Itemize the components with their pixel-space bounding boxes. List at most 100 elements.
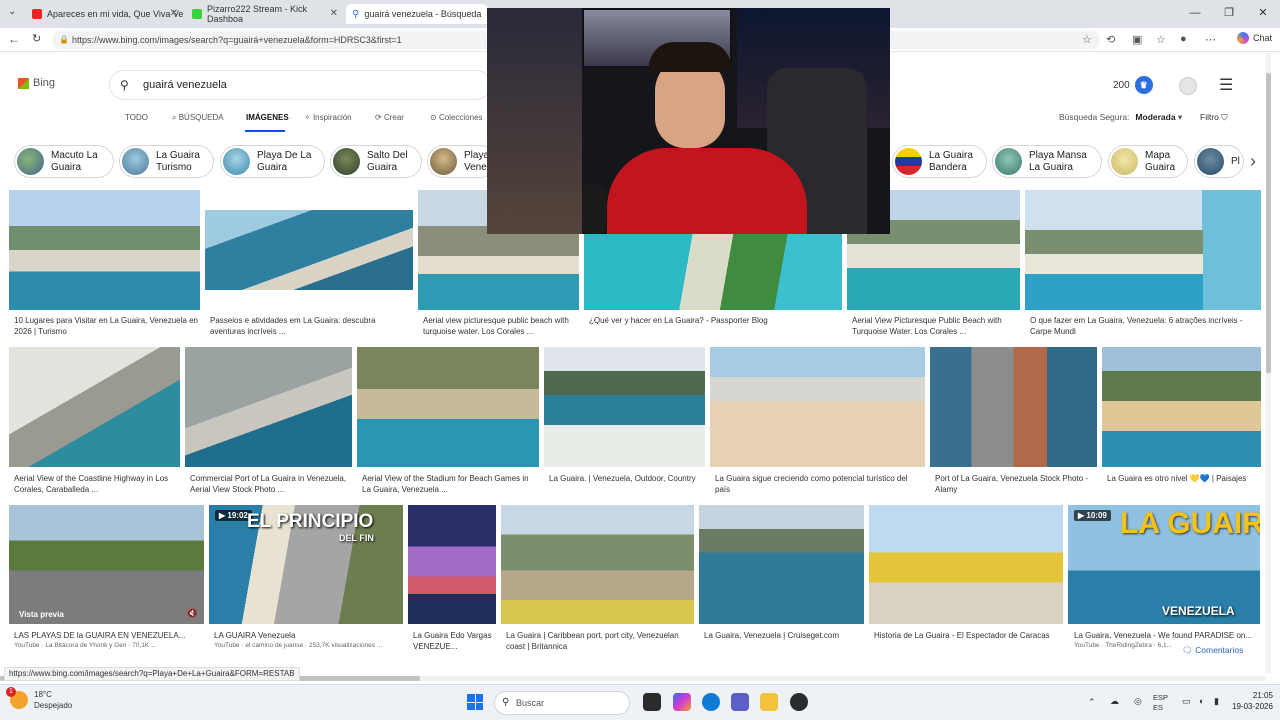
refresh-icon[interactable]: ↻ bbox=[32, 32, 41, 45]
search-input[interactable]: ⚲ guairá venezuela bbox=[110, 71, 490, 99]
tab-label: Crear bbox=[383, 113, 404, 122]
result-caption[interactable]: ¿Qué ver y hacer en La Guaira? - Passpor… bbox=[589, 315, 839, 326]
rewards-button[interactable]: 200 ♛ bbox=[1113, 76, 1153, 94]
cloud-icon[interactable]: ☁ bbox=[1110, 696, 1119, 707]
chip-salto-del-guaira[interactable]: Salto Del Guaira bbox=[330, 145, 422, 178]
close-tab-icon[interactable]: ✕ bbox=[330, 8, 338, 19]
teams-app-icon[interactable] bbox=[731, 693, 749, 711]
result-image[interactable] bbox=[185, 347, 352, 467]
tab-imagenes[interactable]: IMÁGENES bbox=[246, 113, 289, 122]
result-caption[interactable]: Aerial View of the Coastline Highway in … bbox=[14, 473, 179, 495]
tab-crear[interactable]: ⟳ Crear bbox=[375, 113, 404, 122]
result-caption[interactable]: Aerial view picturesque public beach wit… bbox=[423, 315, 578, 337]
clock[interactable]: 21:05 19-03-2026 bbox=[1232, 690, 1273, 712]
chip-playa-de-la-guaira[interactable]: Playa De La Guaira bbox=[220, 145, 325, 178]
chip-macuto[interactable]: Macuto La Guaira bbox=[14, 145, 114, 178]
volume-icon[interactable]: ◖ bbox=[1198, 696, 1203, 706]
maximize-icon[interactable]: ❐ bbox=[1212, 0, 1246, 28]
weather-widget[interactable]: 1 18°C Despejado bbox=[6, 687, 72, 711]
close-tab-icon[interactable]: ✕ bbox=[170, 8, 178, 19]
result-caption[interactable]: Aerial View Picturesque Public Beach wit… bbox=[852, 315, 1017, 337]
video-result[interactable]: ▶ 10:09 LA GUAIR VENEZUELA bbox=[1068, 505, 1260, 624]
result-caption[interactable]: Passeios e atividades em La Guaira: desc… bbox=[210, 315, 410, 337]
profile-icon[interactable]: ● bbox=[1180, 33, 1187, 45]
result-image[interactable] bbox=[710, 347, 925, 467]
result-image[interactable] bbox=[501, 505, 694, 624]
task-view-icon[interactable] bbox=[643, 693, 661, 711]
taskbar-search-input[interactable]: ⚲ Buscar bbox=[494, 691, 630, 715]
video-result[interactable]: ▶ 19:02 EL PRINCIPIO DEL FIN bbox=[209, 505, 403, 624]
minimize-icon[interactable]: — bbox=[1178, 0, 1212, 28]
close-window-icon[interactable]: ✕ bbox=[1246, 0, 1280, 28]
result-image[interactable] bbox=[584, 234, 842, 310]
result-image[interactable] bbox=[1102, 347, 1261, 467]
chip-partial[interactable]: Pl bbox=[1194, 145, 1244, 178]
result-caption[interactable]: La Guaira, Venezuela | Cruiseget.com bbox=[704, 630, 864, 641]
extensions-icon[interactable]: ⟲ bbox=[1106, 33, 1115, 46]
result-caption[interactable]: Aerial View of the Stadium for Beach Gam… bbox=[362, 473, 537, 495]
chevron-up-icon[interactable]: ⌃ bbox=[1088, 697, 1096, 708]
result-caption[interactable]: O que fazer em La Guaira, Venezuela: 6 a… bbox=[1030, 315, 1258, 337]
more-icon[interactable]: ⋯ bbox=[1205, 33, 1216, 46]
safe-search-dropdown[interactable]: Búsqueda Segura: Moderada ▾ bbox=[1059, 112, 1182, 123]
favorite-star-icon[interactable]: ☆ bbox=[1082, 33, 1092, 46]
chip-turismo[interactable]: La Guaira Turismo bbox=[119, 145, 214, 178]
tab-inspiracion[interactable]: ✧ Inspiración bbox=[304, 113, 352, 122]
chip-bandera[interactable]: La Guaira Bandera bbox=[892, 145, 987, 178]
scrollbar-thumb[interactable] bbox=[1266, 73, 1271, 373]
browser-tab-bing[interactable]: ⚲ guairá venezuela - Búsqueda bbox=[346, 4, 488, 24]
result-caption[interactable]: LAS PLAYAS DE la GUAIRA EN VENEZUELA... bbox=[14, 630, 204, 641]
bing-logo[interactable]: Bing bbox=[18, 77, 55, 89]
chip-label: Macuto La Guaira bbox=[51, 149, 98, 173]
result-image[interactable] bbox=[1025, 190, 1261, 310]
result-caption[interactable]: La Guaira, Venezuela - We found PARADISE… bbox=[1074, 630, 1262, 641]
copilot-tray-icon[interactable]: ◎ bbox=[1134, 696, 1142, 707]
favorites-icon[interactable]: ☆ bbox=[1156, 33, 1166, 46]
battery-icon[interactable]: ▮ bbox=[1214, 696, 1219, 707]
result-caption[interactable]: La Guaira es otro nivel 💛💙 | Paisajes bbox=[1107, 473, 1257, 484]
chevron-right-icon[interactable]: › bbox=[1250, 151, 1256, 172]
edge-app-icon[interactable] bbox=[702, 693, 720, 711]
copilot-chat-button[interactable]: Chat bbox=[1236, 32, 1272, 44]
tab-todo[interactable]: TODO bbox=[125, 113, 148, 122]
tab-colecciones[interactable]: ⊙ Colecciones bbox=[430, 113, 483, 122]
result-image[interactable] bbox=[408, 505, 496, 624]
copilot-app-icon[interactable] bbox=[673, 693, 691, 711]
result-caption[interactable]: La Guaira | Caribbean port, port city, V… bbox=[506, 630, 691, 652]
result-caption[interactable]: 10 Lugares para Visitar en La Guaira, Ve… bbox=[14, 315, 199, 337]
result-image[interactable] bbox=[357, 347, 539, 467]
hamburger-menu-icon[interactable]: ☰ bbox=[1219, 75, 1233, 95]
tab-busqueda[interactable]: ⌕ BÚSQUEDA bbox=[172, 113, 224, 123]
mute-icon[interactable]: 🔇 bbox=[187, 608, 198, 619]
browser-tab-youtube[interactable]: Apareces en mi vida, Que Viva Ve ✕ bbox=[26, 4, 184, 24]
result-caption[interactable]: Commercial Port of La Guaira in Venezuel… bbox=[190, 473, 350, 495]
result-image[interactable] bbox=[9, 190, 200, 310]
windows-start-icon[interactable] bbox=[467, 694, 483, 710]
browser-tab-kick[interactable]: Pizarro222 Stream - Kick Dashboa ✕ bbox=[186, 4, 344, 24]
file-explorer-icon[interactable] bbox=[760, 693, 778, 711]
result-caption[interactable]: La Guaira. | Venezuela, Outdoor, Country bbox=[549, 473, 704, 484]
result-image[interactable] bbox=[930, 347, 1097, 467]
result-caption[interactable]: Historia de La Guaira - El Espectador de… bbox=[874, 630, 1059, 641]
chip-playa-mansa[interactable]: Playa Mansa La Guaira bbox=[992, 145, 1102, 178]
result-image[interactable] bbox=[869, 505, 1063, 624]
back-icon[interactable]: ← bbox=[8, 32, 20, 46]
filter-button[interactable]: Filtro ⛉ bbox=[1200, 112, 1228, 123]
video-result[interactable]: Vista previa 🔇 bbox=[9, 505, 204, 624]
result-image[interactable] bbox=[544, 347, 705, 467]
obs-app-icon[interactable] bbox=[790, 693, 808, 711]
split-screen-icon[interactable]: ▣ bbox=[1132, 33, 1142, 46]
result-caption[interactable]: LA GUAIRA Venezuela bbox=[214, 630, 399, 641]
chip-mapa-guaira[interactable]: Mapa Guaira bbox=[1108, 145, 1188, 178]
network-icon[interactable]: ▭ bbox=[1182, 696, 1191, 707]
result-image[interactable] bbox=[9, 347, 180, 467]
feedback-button[interactable]: 🗨 Comentarios bbox=[1182, 645, 1243, 656]
vertical-scrollbar[interactable] bbox=[1266, 53, 1271, 673]
result-image[interactable] bbox=[699, 505, 864, 624]
result-caption[interactable]: La Guaira Edo Vargas VENEZUE... bbox=[413, 630, 498, 652]
result-image[interactable] bbox=[205, 210, 413, 290]
tab-list-icon[interactable]: ⌄ bbox=[8, 6, 16, 17]
result-caption[interactable]: Port of La Guaira, Venezuela Stock Photo… bbox=[935, 473, 1095, 495]
result-caption[interactable]: La Guaira sigue creciendo como potencial… bbox=[715, 473, 920, 495]
avatar[interactable] bbox=[1179, 77, 1197, 95]
